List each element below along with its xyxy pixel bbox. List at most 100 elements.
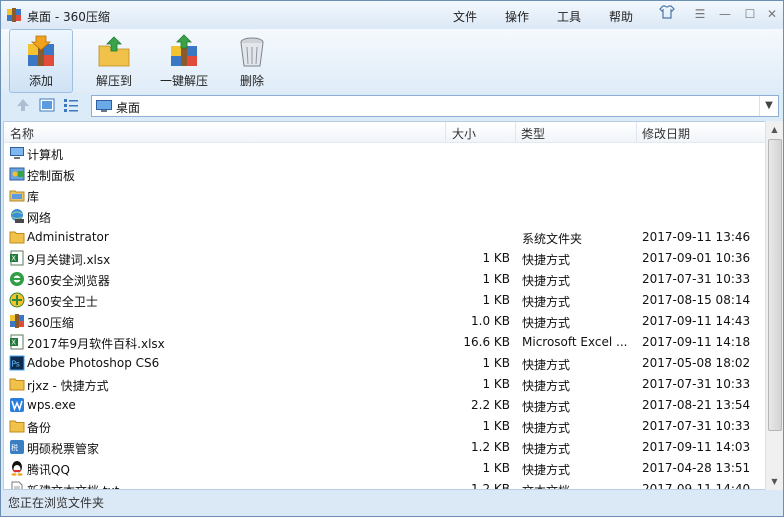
qq-icon — [11, 461, 23, 476]
file-modified: 2017-09-11 13:46 — [642, 230, 751, 244]
add-button[interactable]: 添加 — [9, 29, 73, 93]
file-type: 文本文档 — [522, 482, 570, 489]
column-modified-header[interactable]: 修改日期 — [642, 125, 690, 142]
list-view-icon[interactable] — [63, 97, 79, 113]
list-item[interactable]: 库 — [4, 185, 766, 206]
file-modified: 2017-08-21 13:54 — [642, 398, 751, 412]
extract-to-button[interactable]: 解压到 — [87, 29, 141, 93]
list-item[interactable]: Administrator 系统文件夹 2017-09-11 13:46 — [4, 227, 766, 248]
trash-icon — [240, 37, 264, 67]
tax-app-icon: 税 — [10, 440, 24, 454]
list-header: 名称 大小 类型 修改日期 — [4, 122, 766, 143]
address-dropdown-icon[interactable]: ▼ — [759, 96, 778, 116]
close-icon[interactable]: ✕ — [761, 5, 783, 23]
shield-icon — [9, 292, 25, 308]
list-item[interactable]: 360安全卫士 1 KB 快捷方式 2017-08-15 08:14 — [4, 290, 766, 311]
file-name: 明硕税票管家 — [27, 442, 100, 456]
vertical-scrollbar[interactable]: ▲ ▼ — [765, 121, 783, 490]
toolbar: 添加 解压到 一键解压 删除 — [1, 29, 783, 93]
window-title: 桌面 - 360压缩 — [27, 10, 110, 24]
list-item[interactable]: 计算机 — [4, 143, 766, 164]
archive-icon — [10, 314, 24, 328]
file-type: 快捷方式 — [522, 421, 571, 435]
list-item[interactable]: 税明硕税票管家 1.2 KB 快捷方式 2017-09-11 14:03 — [4, 437, 766, 458]
list-item[interactable]: X 2017年9月软件百科.xlsx 16.6 KB Microsoft Excel … — [4, 332, 766, 353]
file-name: 360安全浏览器 — [27, 274, 110, 288]
file-size: 1 KB — [482, 356, 510, 370]
file-name: 计算机 — [27, 148, 64, 162]
file-size: 16.6 KB — [463, 335, 510, 349]
file-modified: 2017-09-01 10:36 — [642, 251, 751, 265]
column-name-header[interactable]: 名称 — [10, 125, 34, 142]
one-click-extract-label: 一键解压 — [159, 74, 208, 88]
file-name: rjxz - 快捷方式 — [27, 379, 109, 393]
wps-icon — [10, 398, 24, 412]
scroll-up-icon[interactable]: ▲ — [766, 121, 783, 138]
address-bar-row: 桌面 ▼ — [1, 94, 783, 118]
address-field[interactable]: 桌面 ▼ — [91, 95, 779, 117]
list-item[interactable]: 网络 — [4, 206, 766, 227]
list-item[interactable]: 360安全浏览器 1 KB 快捷方式 2017-07-31 10:33 — [4, 269, 766, 290]
list-item[interactable]: 控制面板 — [4, 164, 766, 185]
svg-text:税: 税 — [11, 443, 18, 452]
file-size: 1.2 KB — [471, 482, 510, 490]
app-logo-icon — [7, 8, 21, 22]
column-divider[interactable] — [515, 122, 516, 142]
scroll-down-icon[interactable]: ▼ — [766, 473, 783, 490]
file-name: 新建文本文档.txt — [27, 482, 119, 489]
file-size: 1 KB — [482, 377, 510, 391]
delete-button[interactable]: 删除 — [227, 29, 277, 93]
file-size: 2.2 KB — [471, 398, 510, 412]
menu-icon[interactable]: ☰ — [689, 5, 711, 23]
file-type: Microsoft Excel ... — [522, 335, 628, 349]
scroll-thumb[interactable] — [768, 139, 782, 431]
thumbnail-view-icon[interactable] — [39, 97, 55, 113]
file-modified: 2017-07-31 10:33 — [642, 419, 751, 433]
column-size-header[interactable]: 大小 — [452, 125, 476, 142]
desktop-icon — [96, 100, 112, 112]
file-name: 控制面板 — [27, 169, 76, 183]
file-size: 1 KB — [482, 419, 510, 433]
list-item[interactable]: X 9月关键词.xlsx 1 KB 快捷方式 2017-09-01 10:36 — [4, 248, 766, 269]
column-type-header[interactable]: 类型 — [521, 125, 545, 142]
skin-icon[interactable] — [656, 5, 678, 23]
photoshop-icon: Ps — [9, 355, 25, 371]
svg-text:X: X — [11, 255, 16, 263]
file-modified: 2017-09-11 14:40 — [642, 482, 751, 490]
file-modified: 2017-09-11 14:18 — [642, 335, 751, 349]
file-modified: 2017-07-31 10:33 — [642, 272, 751, 286]
column-divider[interactable] — [445, 122, 446, 142]
svg-text:Ps: Ps — [12, 360, 20, 369]
list-item[interactable]: wps.exe 2.2 KB 快捷方式 2017-08-21 13:54 — [4, 395, 766, 416]
delete-label: 删除 — [239, 74, 264, 88]
list-item[interactable]: Ps Adobe Photoshop CS6 1 KB 快捷方式 2017-05-08 … — [4, 353, 766, 374]
file-name: 2017年9月软件百科.xlsx — [27, 337, 165, 351]
file-type: 快捷方式 — [522, 379, 571, 393]
column-divider[interactable] — [636, 122, 637, 142]
file-modified: 2017-07-31 10:33 — [642, 377, 751, 391]
file-name: 9月关键词.xlsx — [27, 253, 111, 267]
one-click-extract-button[interactable]: 一键解压 — [153, 29, 215, 93]
up-arrow-icon[interactable] — [15, 97, 31, 113]
list-item[interactable]: 360压缩 1.0 KB 快捷方式 2017-09-11 14:43 — [4, 311, 766, 332]
maximize-icon[interactable]: ☐ — [739, 5, 761, 23]
menu-tools[interactable]: 工具 — [557, 8, 581, 25]
network-icon — [11, 209, 24, 223]
list-item[interactable]: 新建文本文档.txt 1.2 KB 文本文档 2017-09-11 14:40 — [4, 479, 766, 490]
file-size: 1 KB — [482, 251, 510, 265]
list-item[interactable]: 腾讯QQ 1 KB 快捷方式 2017-04-28 13:51 — [4, 458, 766, 479]
file-size: 1.0 KB — [471, 314, 510, 328]
minimize-icon[interactable]: — — [714, 5, 736, 23]
excel-icon: X — [10, 250, 24, 266]
list-item[interactable]: rjxz - 快捷方式 1 KB 快捷方式 2017-07-31 10:33 — [4, 374, 766, 395]
title-bar: 桌面 - 360压缩 文件 操作 工具 帮助 ☰ — ☐ ✕ — [1, 1, 783, 29]
list-item[interactable]: 备份 1 KB 快捷方式 2017-07-31 10:33 — [4, 416, 766, 437]
file-name: 库 — [27, 190, 40, 204]
file-type: 系统文件夹 — [522, 232, 583, 246]
folder-icon — [9, 420, 25, 433]
menu-file[interactable]: 文件 — [453, 8, 477, 25]
menu-operation[interactable]: 操作 — [505, 8, 529, 25]
file-type: 快捷方式 — [522, 316, 571, 330]
menu-help[interactable]: 帮助 — [609, 8, 633, 25]
file-name: 网络 — [27, 211, 52, 225]
